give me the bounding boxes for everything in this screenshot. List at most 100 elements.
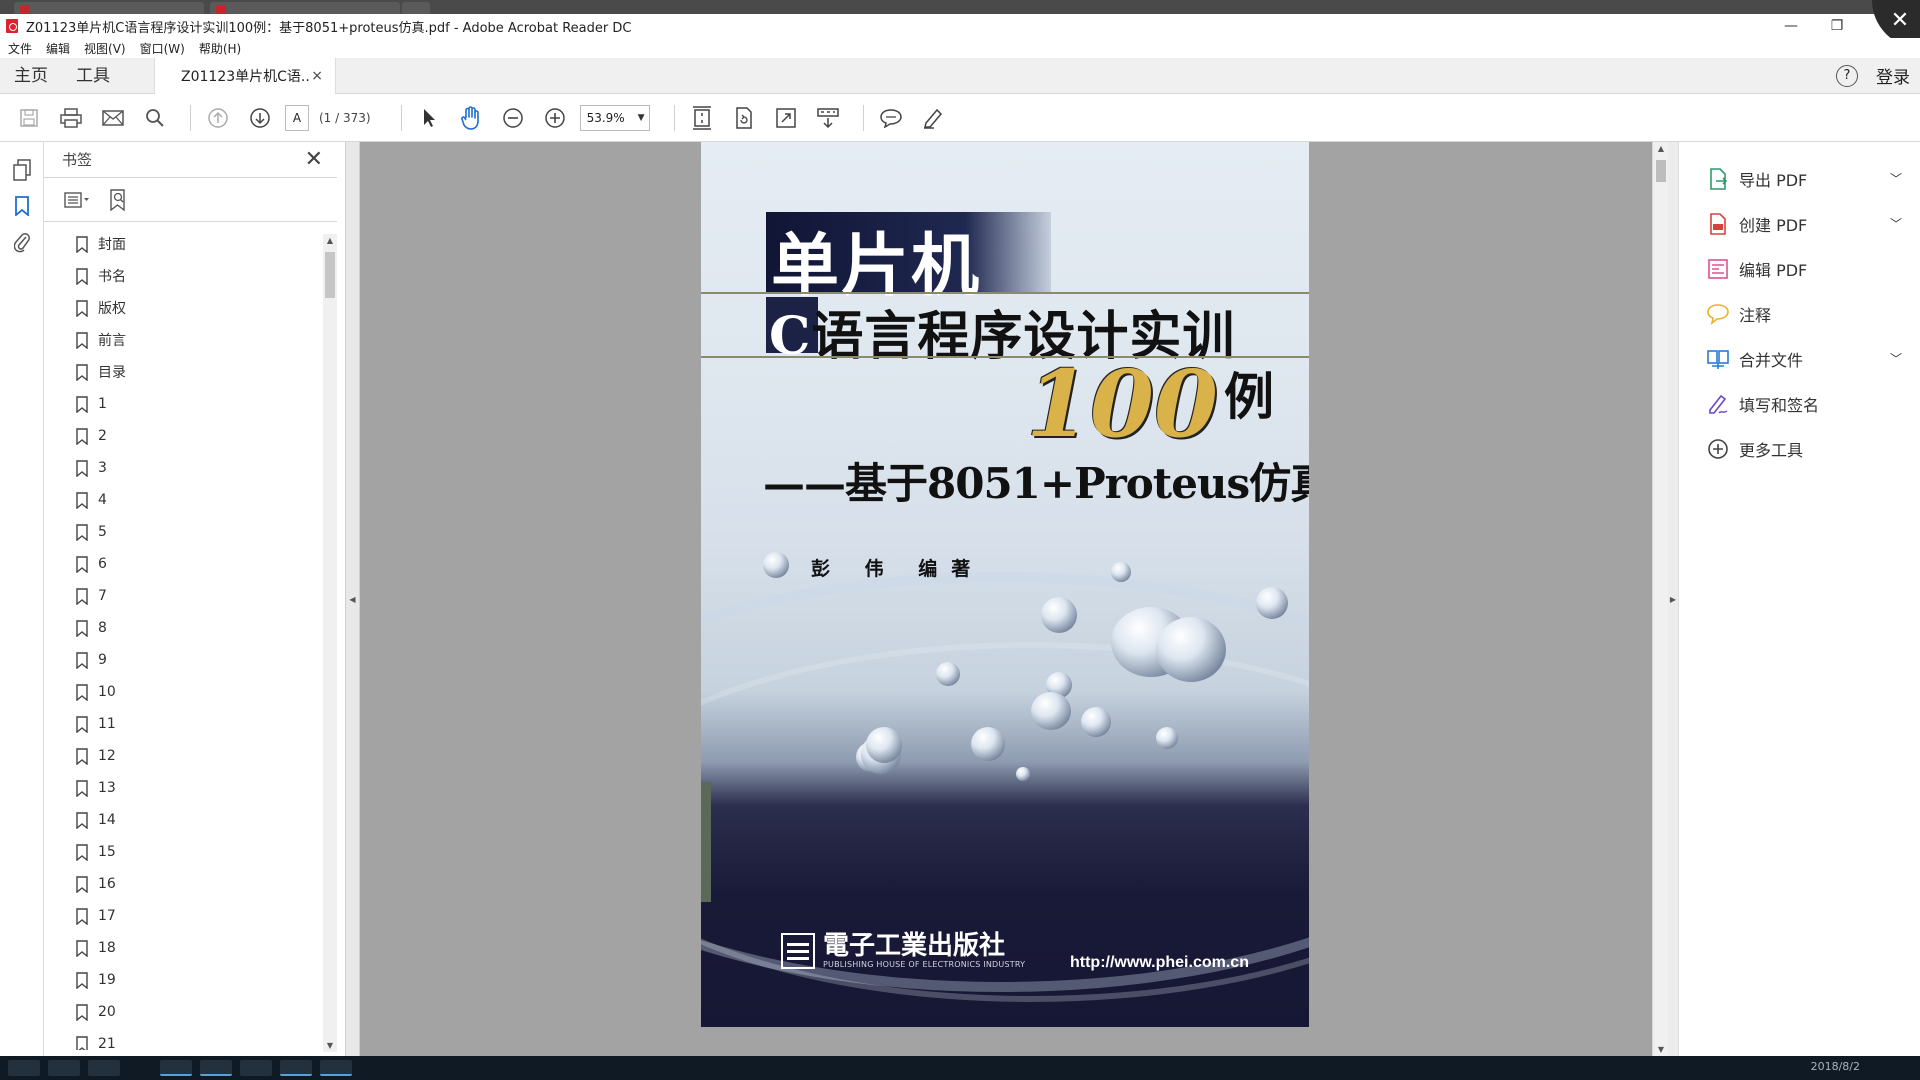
bookmark-item[interactable]: 1 xyxy=(44,388,324,420)
bookmark-item[interactable]: 20 xyxy=(44,996,324,1028)
scroll-up-icon[interactable]: ▲ xyxy=(323,236,337,245)
bookmark-item[interactable]: 版权 xyxy=(44,292,324,324)
taskbar-app-icon[interactable] xyxy=(320,1060,352,1076)
page-number-input[interactable]: A xyxy=(285,104,309,131)
bookmark-item[interactable]: 6 xyxy=(44,548,324,580)
scroll-down-icon[interactable]: ▼ xyxy=(1653,1045,1669,1054)
bookmark-item[interactable]: 11 xyxy=(44,708,324,740)
bookmark-item[interactable]: 前言 xyxy=(44,324,324,356)
bookmark-item[interactable]: 4 xyxy=(44,484,324,516)
bookmark-item[interactable]: 7 xyxy=(44,580,324,612)
taskbar-app-icon[interactable] xyxy=(160,1060,192,1076)
email-icon[interactable] xyxy=(96,102,130,134)
taskbar-app-icon[interactable] xyxy=(88,1060,120,1076)
comment-icon[interactable] xyxy=(874,102,908,134)
restore-button[interactable]: ❐ xyxy=(1814,18,1860,34)
bookmark-item[interactable]: 17 xyxy=(44,900,324,932)
menu-window[interactable]: 窗口(W) xyxy=(140,40,185,57)
menu-edit[interactable]: 编辑 xyxy=(46,40,70,57)
bookmark-item[interactable]: 19 xyxy=(44,964,324,996)
scroll-thumb[interactable] xyxy=(1656,160,1666,182)
hand-tool-icon[interactable] xyxy=(454,102,488,134)
close-tab-icon[interactable]: × xyxy=(311,68,323,84)
scroll-up-icon[interactable]: ▲ xyxy=(1653,144,1669,153)
bookmark-item[interactable]: 3 xyxy=(44,452,324,484)
select-cursor-icon[interactable] xyxy=(412,102,446,134)
bookmark-item[interactable]: 15 xyxy=(44,836,324,868)
bookmark-item[interactable]: 目录 xyxy=(44,356,324,388)
tool-more-tools[interactable]: 更多工具 xyxy=(1679,426,1920,471)
highlight-pen-icon[interactable] xyxy=(916,102,950,134)
tab-tools[interactable]: 工具 xyxy=(62,58,124,94)
scroll-mode-icon[interactable] xyxy=(811,102,845,134)
bookmark-item[interactable]: 16 xyxy=(44,868,324,900)
bookmark-item[interactable]: 封面 xyxy=(44,228,324,260)
scroll-down-icon[interactable]: ▼ xyxy=(323,1041,337,1050)
tool-comment[interactable]: 注释 xyxy=(1679,291,1920,336)
full-screen-icon[interactable] xyxy=(769,102,803,134)
bookmark-item[interactable]: 14 xyxy=(44,804,324,836)
save-icon[interactable] xyxy=(12,102,46,134)
close-panel-icon[interactable]: ✕ xyxy=(305,147,323,172)
bookmark-item[interactable]: 5 xyxy=(44,516,324,548)
tool-export-pdf[interactable]: 导出 PDF ﹀ xyxy=(1679,156,1920,201)
find-bookmark-icon[interactable] xyxy=(104,185,134,215)
chevron-down-icon[interactable]: ﹀ xyxy=(1890,350,1920,367)
chevron-down-icon[interactable]: ﹀ xyxy=(1890,215,1920,232)
start-button[interactable] xyxy=(8,1060,40,1076)
bookmark-icon xyxy=(76,459,88,477)
bookmark-item[interactable]: 2 xyxy=(44,420,324,452)
scroll-thumb[interactable] xyxy=(325,252,335,298)
bookmark-item[interactable]: 12 xyxy=(44,740,324,772)
print-icon[interactable] xyxy=(54,102,88,134)
tool-create-pdf[interactable]: 创建 PDF ﹀ xyxy=(1679,201,1920,246)
zoom-level-select[interactable]: 53.9% ▼ xyxy=(579,104,650,131)
next-page-icon[interactable] xyxy=(243,102,277,134)
taskbar-app-icon[interactable] xyxy=(200,1060,232,1076)
tool-fill-sign[interactable]: 填写和签名 xyxy=(1679,381,1920,426)
panel-collapse-handle[interactable]: ◀ xyxy=(346,142,360,1056)
bookmark-item[interactable]: 9 xyxy=(44,644,324,676)
tool-combine-files[interactable]: 合并文件 ﹀ xyxy=(1679,336,1920,381)
cover-number: 100 例 xyxy=(1026,350,1274,458)
help-icon[interactable]: ? xyxy=(1836,64,1858,87)
new-tab-button[interactable] xyxy=(402,2,430,14)
bookmark-item[interactable]: 8 xyxy=(44,612,324,644)
minimize-button[interactable]: — xyxy=(1768,18,1814,34)
search-icon[interactable] xyxy=(138,102,172,134)
bookmark-item[interactable]: 18 xyxy=(44,932,324,964)
login-button[interactable]: 登录 xyxy=(1876,63,1910,88)
zoom-value: 53.9% xyxy=(586,110,625,125)
menu-help[interactable]: 帮助(H) xyxy=(199,40,241,57)
page-thumbnails-icon[interactable] xyxy=(0,152,44,188)
bookmark-item[interactable]: 13 xyxy=(44,772,324,804)
tab-document[interactable]: Z01123单片机C语... × xyxy=(154,57,336,94)
previous-page-icon[interactable] xyxy=(201,102,235,134)
background-tab[interactable] xyxy=(210,2,400,15)
bookmarks-scrollbar[interactable]: ▲ ▼ xyxy=(323,234,337,1052)
fit-page-icon[interactable] xyxy=(685,102,719,134)
taskbar-app-icon[interactable] xyxy=(240,1060,272,1076)
zoom-out-icon[interactable] xyxy=(496,102,530,134)
taskbar-app-icon[interactable] xyxy=(280,1060,312,1076)
attachments-icon[interactable] xyxy=(0,224,44,260)
taskbar-app-icon[interactable] xyxy=(48,1060,80,1076)
chevron-down-icon[interactable]: ﹀ xyxy=(1890,170,1920,187)
tab-home[interactable]: 主页 xyxy=(0,58,62,94)
document-scrollbar[interactable]: ▲ ▼ xyxy=(1652,142,1668,1056)
menu-view[interactable]: 视图(V) xyxy=(84,40,126,57)
tools-list: 导出 PDF ﹀ 创建 PDF ﹀ 编辑 PDF 注释 合并文件 ﹀ 填写和签名 更多工具 xyxy=(1679,142,1920,471)
zoom-in-icon[interactable] xyxy=(538,102,572,134)
bookmark-item[interactable]: 书名 xyxy=(44,260,324,292)
bookmark-options-icon[interactable] xyxy=(62,185,92,215)
bookmark-item[interactable]: 10 xyxy=(44,676,324,708)
tools-pane-collapse-handle[interactable]: ▶ xyxy=(1668,142,1678,1056)
bookmark-item[interactable]: 21 xyxy=(44,1028,324,1050)
cover-subtitle: ——基于8051+Proteus仿真 xyxy=(763,459,1309,508)
bookmarks-icon[interactable] xyxy=(0,188,44,224)
document-view[interactable]: 单片机 C语言程序设计实训 100 例 ——基于8051+Proteus仿真 彭 … xyxy=(360,142,1652,1056)
background-tab[interactable] xyxy=(14,2,204,15)
rotate-page-icon[interactable] xyxy=(727,102,761,134)
menu-file[interactable]: 文件 xyxy=(8,40,32,57)
tool-edit-pdf[interactable]: 编辑 PDF xyxy=(1679,246,1920,291)
